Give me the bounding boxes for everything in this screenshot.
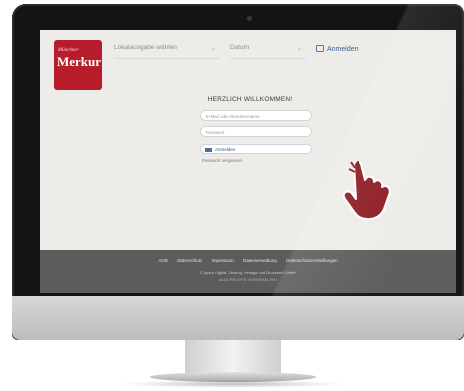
hand-pointer-icon (342, 160, 391, 220)
footer-link-impressum[interactable]: Impressum (211, 258, 233, 263)
monitor-stand (185, 340, 281, 374)
logo-title: Merkur (57, 54, 102, 69)
footer-link-datenschutz[interactable]: Datenschutz (177, 258, 202, 263)
footer-link-datenschutzeinstellungen[interactable]: Datenschutzeinstellungen (286, 258, 338, 263)
footer: AGB Datenschutz Impressum Datenverwaltun… (40, 250, 456, 293)
screen: Münchner Merkur Lokalausgabe wählen ⌄ Da… (40, 30, 456, 293)
footer-link-agb[interactable]: AGB (158, 258, 168, 263)
footer-copyright: © Ippen Digital, Zeitung, Verlags und Dr… (199, 270, 297, 275)
signin-label: Anmelden (327, 46, 359, 53)
local-edition-label: Lokalausgabe wählen (114, 44, 177, 51)
camera-dot (247, 16, 252, 21)
welcome-title: HERZLICH WILLKOMMEN! (207, 96, 293, 103)
monitor-chin (12, 296, 464, 340)
footer-rights: ALLE RECHTE VORBEHALTEN (219, 277, 277, 282)
base-shadow (120, 380, 346, 388)
signin-link[interactable]: Anmelden (316, 44, 359, 53)
logo-subtitle: Münchner (58, 48, 79, 53)
email-field[interactable]: E-Mail oder Benutzername (200, 110, 312, 121)
local-edition-select[interactable]: Lokalausgabe wählen ⌄ (114, 44, 220, 59)
chevron-down-icon: ⌄ (210, 46, 216, 52)
date-label: Datum (230, 44, 250, 51)
logo[interactable]: Münchner Merkur (54, 40, 102, 90)
account-icon (205, 147, 212, 152)
monitor-bezel: Münchner Merkur Lokalausgabe wählen ⌄ Da… (12, 4, 464, 340)
chevron-down-icon: ⌄ (296, 46, 302, 52)
lock-icon (316, 45, 324, 52)
date-select[interactable]: Datum ⌄ (230, 44, 306, 59)
footer-links: AGB Datenschutz Impressum Datenverwaltun… (40, 258, 456, 263)
password-field[interactable]: Passwort (200, 126, 312, 137)
login-button-label: Anmelden (215, 147, 236, 152)
footer-link-datenverwaltung[interactable]: Datenverwaltung (243, 258, 277, 263)
login-button[interactable]: Anmelden (200, 144, 312, 154)
forgot-password-link[interactable]: Passwort vergessen (202, 158, 243, 163)
